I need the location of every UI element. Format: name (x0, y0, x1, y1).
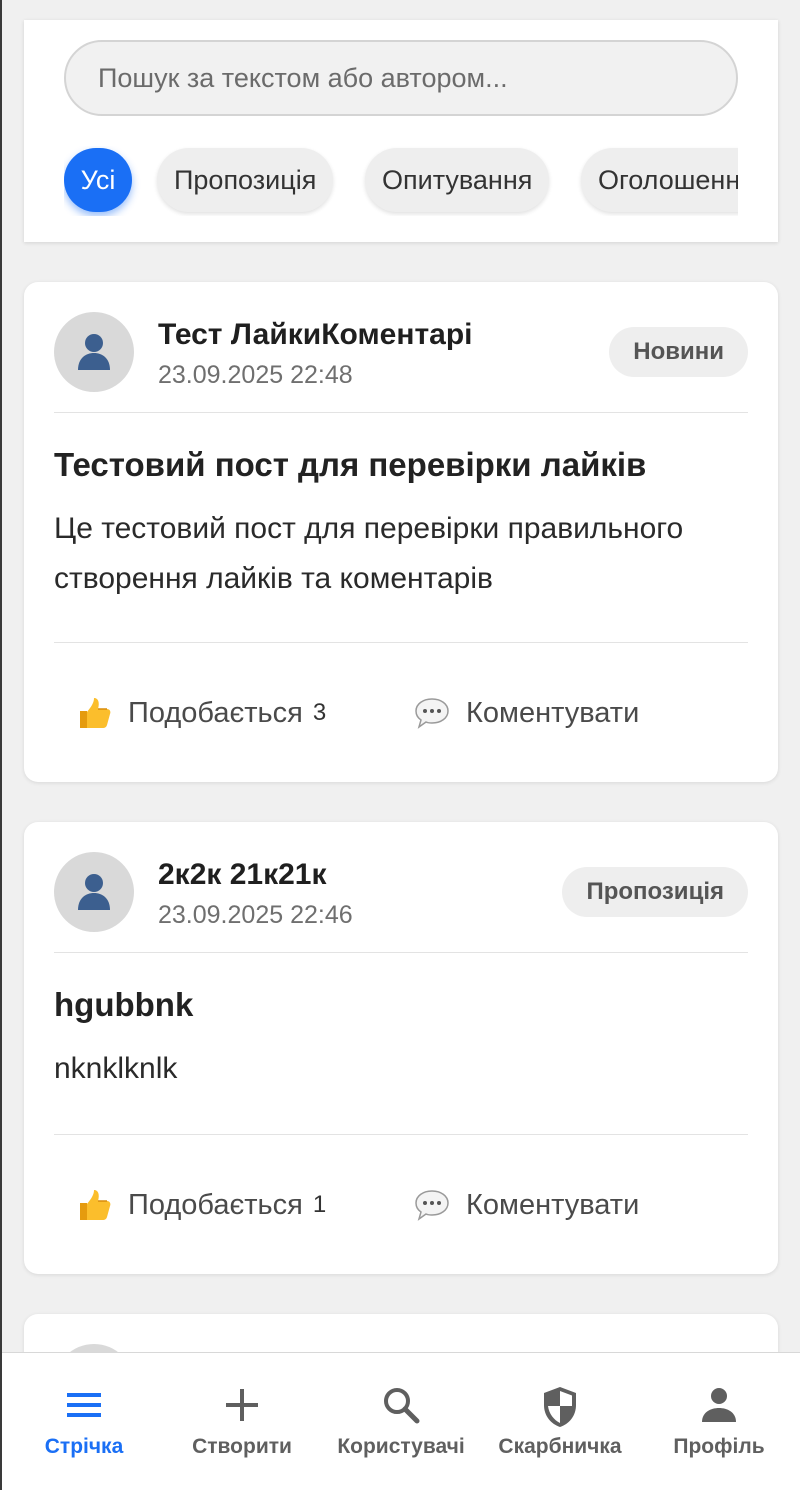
post-date: 23.09.2025 22:46 (158, 901, 353, 929)
search-icon (384, 1388, 420, 1424)
thumbs-up-icon (76, 695, 112, 731)
avatar[interactable] (54, 312, 134, 392)
nav-label: Користувачі (337, 1435, 465, 1458)
comment-button[interactable]: Коментувати (414, 1177, 639, 1233)
like-label: Подобається (128, 1188, 303, 1221)
app-frame: Усі Пропозиція Опитування Оголошення Тес… (0, 0, 800, 1490)
speech-bubble-icon (414, 1187, 450, 1223)
post-title: hgubbnk (54, 986, 194, 1023)
post-title: Тестовий пост для перевірки лайків (54, 446, 647, 483)
post-card: Тест ЛайкиКоментарі 23.09.2025 22:48 Нов… (24, 282, 778, 782)
filter-chip-proposal[interactable]: Пропозиція (157, 148, 334, 212)
like-count: 3 (312, 699, 327, 726)
nav-item-users[interactable]: Користувачі (321, 1353, 481, 1490)
post-body: nknklknlk (54, 1052, 178, 1085)
speech-bubble-icon (414, 695, 450, 731)
thumbs-up-icon (76, 1187, 112, 1223)
bottom-nav: Стрічка Створити Користувачі Скарбничка (2, 1352, 800, 1490)
like-count: 1 (312, 1191, 327, 1218)
comment-label: Коментувати (466, 696, 640, 729)
post-date: 23.09.2025 22:48 (158, 361, 353, 389)
like-button[interactable]: Подобається 3 (76, 685, 326, 741)
nav-item-create[interactable]: Створити (162, 1353, 322, 1490)
user-silhouette-icon (78, 334, 110, 370)
divider (54, 1134, 748, 1135)
filter-panel: Усі Пропозиція Опитування Оголошення (24, 20, 778, 242)
nav-item-profile[interactable]: Профіль (639, 1353, 799, 1490)
avatar[interactable] (54, 852, 134, 932)
filter-chip-poll[interactable]: Опитування (365, 148, 550, 212)
search-input[interactable] (64, 40, 738, 116)
nav-label: Скарбничка (498, 1435, 622, 1458)
nav-label: Профіль (673, 1435, 765, 1458)
nav-item-feed[interactable]: Стрічка (4, 1353, 164, 1490)
post-author[interactable]: 2к2к 21к21к (158, 858, 327, 892)
person-icon (702, 1388, 736, 1422)
comment-button[interactable]: Коментувати (414, 685, 639, 741)
post-body: Це тестовий пост для перевірки правильно… (54, 512, 684, 595)
like-button[interactable]: Подобається 1 (76, 1177, 326, 1233)
divider (54, 642, 748, 643)
filter-chip-announcement[interactable]: Оголошення (581, 148, 738, 212)
category-badge: Новини (609, 327, 748, 377)
post-card: 2к2к 21к21к 23.09.2025 22:46 Пропозиція … (24, 822, 778, 1274)
post-author[interactable]: Тест ЛайкиКоментарі (158, 318, 473, 352)
nav-item-treasury[interactable]: Скарбничка (480, 1353, 640, 1490)
divider (54, 952, 748, 953)
nav-label: Стрічка (44, 1435, 124, 1458)
comment-label: Коментувати (466, 1188, 640, 1221)
shield-icon (544, 1387, 576, 1427)
divider (54, 412, 748, 413)
menu-icon (67, 1393, 101, 1417)
category-badge: Пропозиція (562, 867, 748, 917)
user-silhouette-icon (78, 874, 110, 910)
filter-chip-all[interactable]: Усі (64, 148, 132, 212)
nav-label: Створити (192, 1435, 292, 1458)
like-label: Подобається (128, 696, 303, 729)
plus-icon (226, 1389, 258, 1421)
filter-chips: Усі Пропозиція Опитування Оголошення (64, 146, 738, 216)
